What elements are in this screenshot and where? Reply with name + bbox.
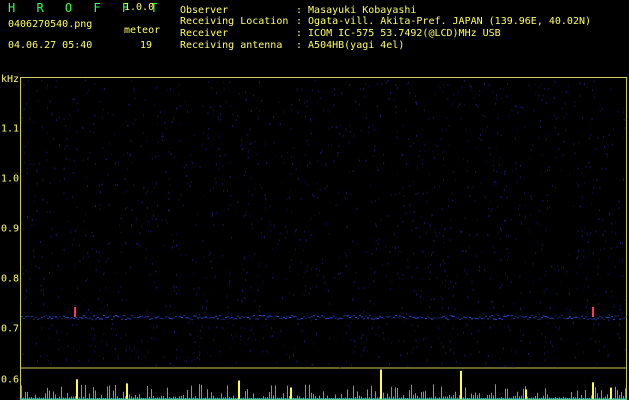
- observer-value: : Masayuki Kobayashi: [296, 5, 417, 16]
- spectrogram-plot: [20, 77, 627, 400]
- plot-background: [20, 77, 627, 400]
- datetime-label: 04.06.27 05:40: [8, 40, 93, 51]
- receiver-value: : ICOM IC-575 53.7492(@LCD)MHz USB: [296, 28, 501, 39]
- freq-tick-label: 0.9: [1, 223, 20, 235]
- observer-key: Observer: [180, 5, 229, 16]
- app-version: 1.0.0: [124, 2, 155, 13]
- freq-tick-label: 0.8: [1, 273, 20, 285]
- location-value: : Ogata-vill. Akita-Pref. JAPAN (139.96E…: [296, 16, 592, 27]
- freq-tick-label: 0.7: [1, 323, 20, 335]
- filename-label: 0406270540.png: [8, 19, 93, 30]
- freq-tick-label: 0.6: [1, 374, 20, 386]
- freq-tick-label: 1.0: [1, 173, 20, 185]
- freq-tick-label: 1.1: [1, 123, 20, 135]
- antenna-value: : A504HB(yagi 4el): [296, 40, 405, 51]
- meteor-count: 19: [140, 40, 153, 51]
- location-key: Receiving Location: [180, 16, 289, 27]
- meteor-label: meteor: [124, 25, 161, 36]
- antenna-key: Receiving antenna: [180, 40, 283, 51]
- freq-unit-label: kHz: [1, 74, 20, 85]
- receiver-key: Receiver: [180, 28, 229, 39]
